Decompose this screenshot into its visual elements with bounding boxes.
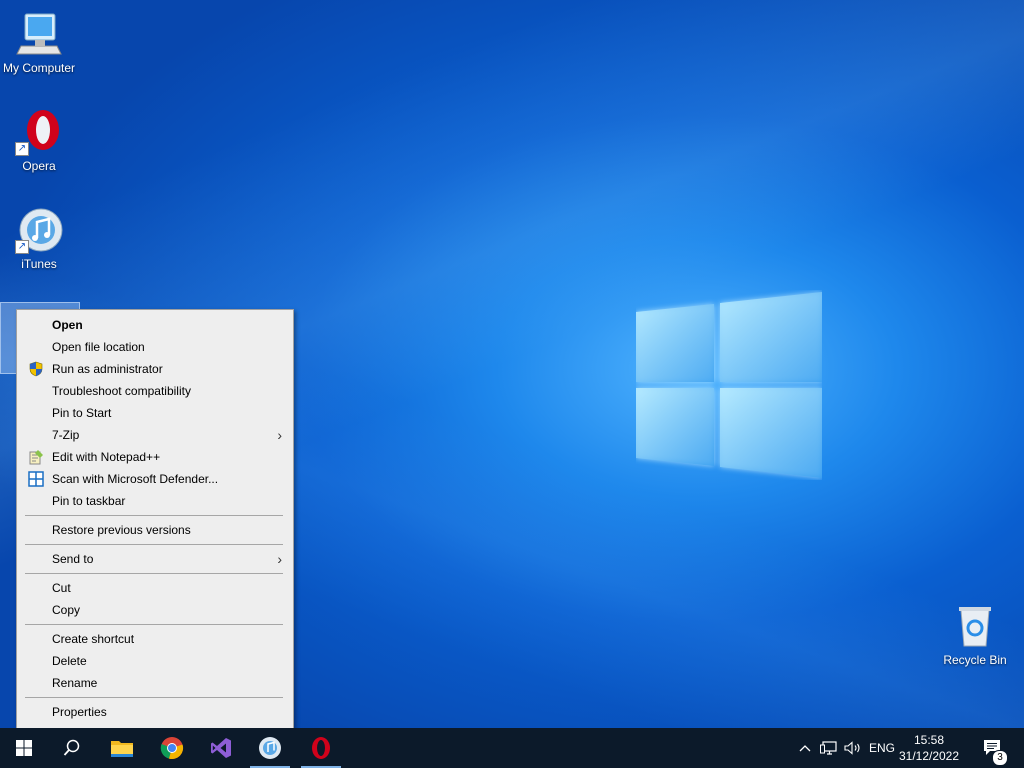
taskbar-opera[interactable] [297,728,345,768]
uac-shield-icon [28,361,44,377]
shortcut-arrow-icon: ↗ [15,240,29,254]
menu-separator [25,515,283,516]
defender-icon [28,471,44,487]
menu-item-pin-to-taskbar[interactable]: Pin to taskbar [18,490,292,512]
taskbar-file-explorer[interactable] [98,728,146,768]
show-hidden-icons-button[interactable] [795,728,815,768]
clock[interactable]: 15:58 31/12/2022 [898,732,960,764]
visual-studio-icon [211,738,231,758]
menu-item-troubleshoot-compatibility[interactable]: Troubleshoot compatibility [18,380,292,402]
menu-separator [25,544,283,545]
menu-item-delete[interactable]: Delete [18,650,292,672]
desktop-icon-recycle-bin[interactable]: Recycle Bin [936,602,1014,667]
search-icon [63,739,80,756]
menu-item-edit-with-notepadpp[interactable]: Edit with Notepad++ [18,446,292,468]
opera-icon [312,737,330,759]
start-button[interactable] [0,728,48,768]
taskbar-chrome[interactable] [148,728,196,768]
action-center-button[interactable]: 3 [978,728,1008,768]
itunes-icon: ↗ [15,206,63,254]
clock-time: 15:58 [913,733,945,747]
menu-item-run-as-administrator[interactable]: Run as administrator [18,358,292,380]
menu-item-cut[interactable]: Cut [18,577,292,599]
menu-item-properties[interactable]: Properties [18,701,292,723]
chevron-right-icon: › [277,427,282,443]
desktop-icon-itunes[interactable]: ↗ iTunes [0,206,78,271]
menu-item-send-to[interactable]: Send to › [18,548,292,570]
desktop-icon-label: My Computer [2,61,76,75]
network-icon [820,741,837,755]
desktop-icon-opera[interactable]: ↗ Opera [0,108,78,173]
desktop-icon-label: Recycle Bin [943,653,1007,667]
computer-icon [15,10,63,58]
taskbar-visual-studio[interactable] [197,728,245,768]
menu-item-open[interactable]: Open [18,314,292,336]
menu-separator [25,697,283,698]
clock-date: 31/12/2022 [898,749,960,763]
windows-logo-icon [636,292,822,478]
opera-icon: ↗ [15,108,63,156]
taskbar: ENG 15:58 31/12/2022 3 [0,728,1024,768]
recycle-bin-icon [951,602,999,650]
notification-count-badge: 3 [992,750,1008,766]
desktop-icon-my-computer[interactable]: My Computer [0,10,78,75]
menu-item-copy[interactable]: Copy [18,599,292,621]
input-language-button[interactable]: ENG [866,728,898,768]
itunes-icon [259,737,281,759]
desktop-icon-label: Opera [22,159,56,173]
start-icon [16,740,32,756]
volume-button[interactable] [842,728,864,768]
search-button[interactable] [48,728,96,768]
desktop-icon-label: iTunes [21,257,57,271]
network-button[interactable] [818,728,840,768]
context-menu: Open Open file location Run as administr… [16,309,294,729]
menu-item-7zip[interactable]: 7-Zip › [18,424,292,446]
windows-logo-wallpaper [636,290,822,480]
chevron-up-icon [799,745,811,752]
menu-separator [25,624,283,625]
notepadpp-icon [28,449,44,465]
menu-item-rename[interactable]: Rename [18,672,292,694]
menu-item-create-shortcut[interactable]: Create shortcut [18,628,292,650]
chevron-right-icon: › [277,551,282,567]
menu-item-scan-with-defender[interactable]: Scan with Microsoft Defender... [18,468,292,490]
menu-item-open-file-location[interactable]: Open file location [18,336,292,358]
taskbar-itunes[interactable] [246,728,294,768]
menu-item-pin-to-start[interactable]: Pin to Start [18,402,292,424]
menu-separator [25,573,283,574]
file-explorer-icon [111,741,133,757]
speaker-icon [844,741,860,755]
menu-item-restore-previous-versions[interactable]: Restore previous versions [18,519,292,541]
chrome-icon [160,737,184,760]
shortcut-arrow-icon: ↗ [15,142,29,156]
